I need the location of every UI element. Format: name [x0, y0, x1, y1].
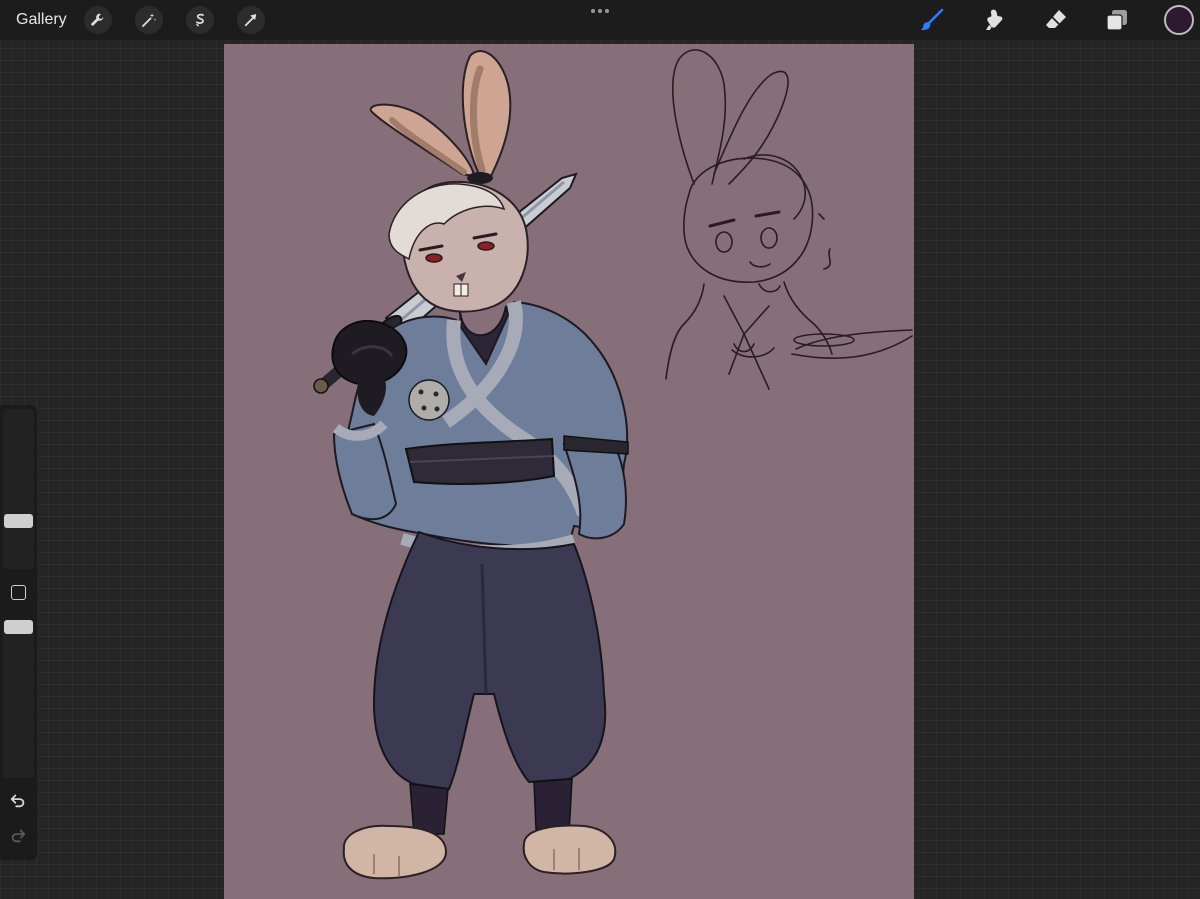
artwork: [313, 49, 913, 880]
hakama-pants: [372, 530, 607, 791]
eraser-icon: [1046, 10, 1066, 28]
smudge-icon: [986, 9, 1003, 30]
redo-icon: [11, 829, 26, 843]
rabbit-head: [388, 180, 529, 313]
brush-tool[interactable]: [915, 4, 949, 36]
brush-size-slider[interactable]: [3, 409, 34, 569]
undo-button[interactable]: [8, 790, 28, 810]
drawing-canvas[interactable]: [224, 44, 914, 899]
layers-icon: [1106, 10, 1127, 31]
layers-tool[interactable]: [1100, 4, 1134, 36]
wrench-icon: [91, 13, 104, 26]
opacity-slider[interactable]: [3, 620, 34, 778]
eraser-tool[interactable]: [1039, 4, 1073, 36]
adjustments-button[interactable]: [135, 6, 163, 34]
undo-icon: [10, 794, 25, 808]
modify-square-icon[interactable]: [11, 585, 26, 600]
color-swatch-button[interactable]: [1164, 5, 1194, 35]
smudge-tool[interactable]: [977, 4, 1011, 36]
transform-arrow-icon: [244, 14, 257, 27]
transform-button[interactable]: [237, 6, 265, 34]
selection-button[interactable]: [186, 6, 214, 34]
sketch-drawing: [665, 49, 913, 390]
opacity-thumb[interactable]: [4, 620, 33, 634]
brush-size-thumb[interactable]: [4, 514, 33, 528]
gallery-button[interactable]: Gallery: [16, 11, 67, 29]
actions-button[interactable]: [84, 6, 112, 34]
magic-wand-icon: [142, 13, 157, 27]
brush-icon: [921, 8, 944, 31]
top-toolbar: Gallery: [0, 0, 1200, 40]
selection-icon: [196, 13, 204, 27]
rabbit-feet: [342, 778, 617, 880]
redo-button[interactable]: [8, 825, 28, 845]
left-sidebar: [0, 405, 37, 860]
more-dots-icon[interactable]: [588, 4, 612, 18]
rabbit-ears: [369, 50, 512, 184]
